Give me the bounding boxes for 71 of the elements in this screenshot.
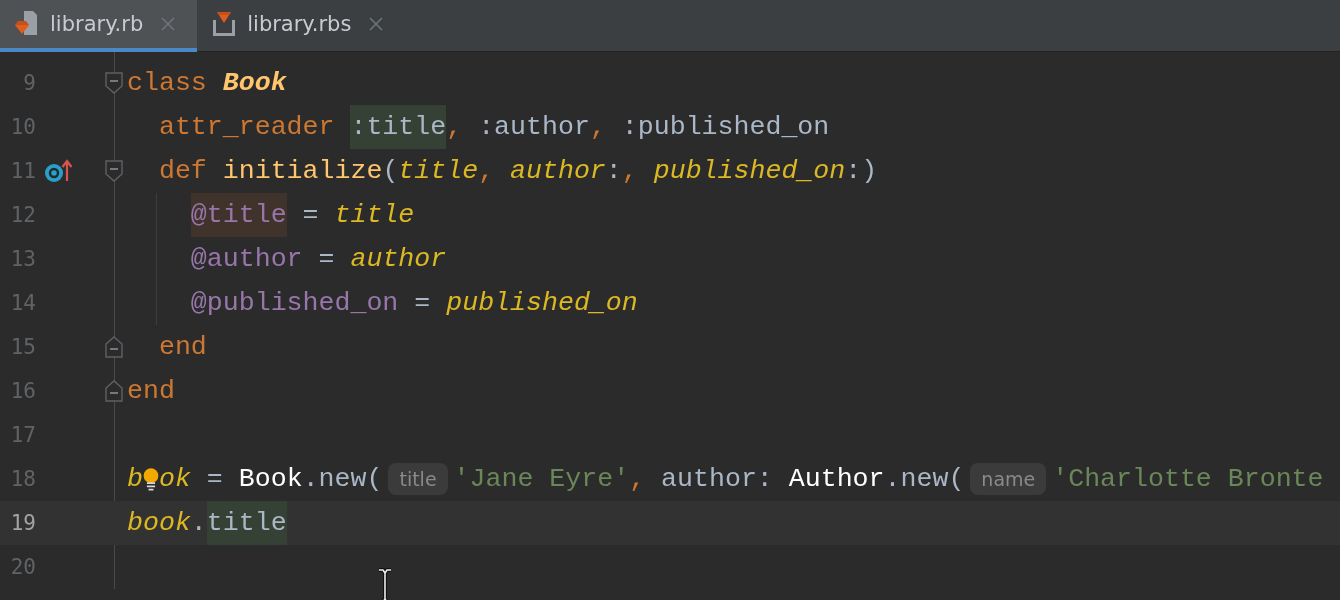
fold-icon[interactable] (105, 160, 123, 182)
line-number: 19 (9, 511, 36, 535)
punctuation: , (621, 155, 638, 188)
code-text: = (318, 243, 335, 276)
parameter-hint: title (388, 463, 448, 495)
line-number: 18 (9, 467, 36, 491)
code-text: = (206, 463, 223, 496)
line-number: 11 (9, 159, 36, 183)
code-text: .new( (884, 463, 965, 496)
keyword: end (158, 331, 207, 364)
string-literal: 'Charlotte Bronte (1052, 463, 1324, 496)
text-cursor-icon (377, 568, 393, 600)
code-text: . (190, 507, 207, 540)
line-number: 20 (9, 555, 36, 579)
keyword: attr_reader (158, 111, 335, 144)
line-number: 17 (9, 423, 36, 447)
parameter-hint: name (970, 463, 1047, 495)
constant: Author (788, 463, 885, 496)
instance-variable: @author (190, 243, 303, 276)
punctuation: , (589, 111, 606, 144)
parameter: published_on (653, 155, 846, 188)
line-number: 10 (9, 115, 36, 139)
file-tab[interactable]: library.rb (0, 0, 198, 52)
parameter: published_on (446, 287, 638, 320)
keyword: def (158, 155, 207, 188)
code-text: title (206, 501, 287, 545)
file-tab[interactable]: library.rbs (197, 0, 406, 52)
code-text: : (605, 155, 622, 188)
code-text: :) (845, 155, 878, 188)
code-text: author: (661, 463, 773, 496)
punctuation: , (478, 155, 495, 188)
line-number: 13 (9, 247, 36, 271)
fold-icon[interactable] (105, 72, 123, 94)
parameter: title (398, 155, 479, 188)
code-text: = (414, 287, 431, 320)
string-literal: 'Jane Eyre' (453, 463, 630, 496)
line-number: 14 (9, 291, 36, 315)
tab-label: library.rbs (247, 12, 352, 36)
fold-icon[interactable] (105, 380, 123, 402)
parameter: author (510, 155, 606, 188)
parameter: author (350, 243, 447, 276)
override-icon[interactable] (44, 157, 74, 185)
instance-variable: @title (190, 193, 287, 237)
parameter: title (334, 199, 415, 232)
keyword: class (127, 67, 207, 100)
line-number: 9 (22, 71, 36, 95)
constant: Book (238, 463, 303, 496)
tab-label: library.rb (50, 12, 144, 36)
symbol: :published_on (621, 111, 830, 144)
local-variable: ok (158, 463, 191, 496)
ruby-file-icon (14, 10, 40, 38)
line-number: 15 (9, 335, 36, 359)
punctuation: , (629, 463, 646, 496)
code-text: = (302, 199, 319, 232)
fold-icon[interactable] (105, 336, 123, 358)
signature-file-icon (211, 10, 238, 38)
class-name: Book (222, 67, 287, 100)
symbol: :title (350, 105, 447, 149)
local-variable: book (127, 507, 191, 540)
line-number: 16 (9, 379, 36, 403)
code-text: ( (382, 155, 399, 188)
punctuation: , (446, 111, 463, 144)
instance-variable: @published_on (190, 287, 399, 320)
local-variable: b (127, 463, 143, 496)
method-name: initialize (222, 155, 383, 188)
code-text: .new( (302, 463, 383, 496)
lightbulb-icon[interactable] (141, 466, 160, 492)
close-icon[interactable] (369, 17, 384, 31)
line-number: 12 (9, 203, 36, 227)
symbol: :author (478, 111, 590, 144)
keyword: end (127, 375, 175, 408)
